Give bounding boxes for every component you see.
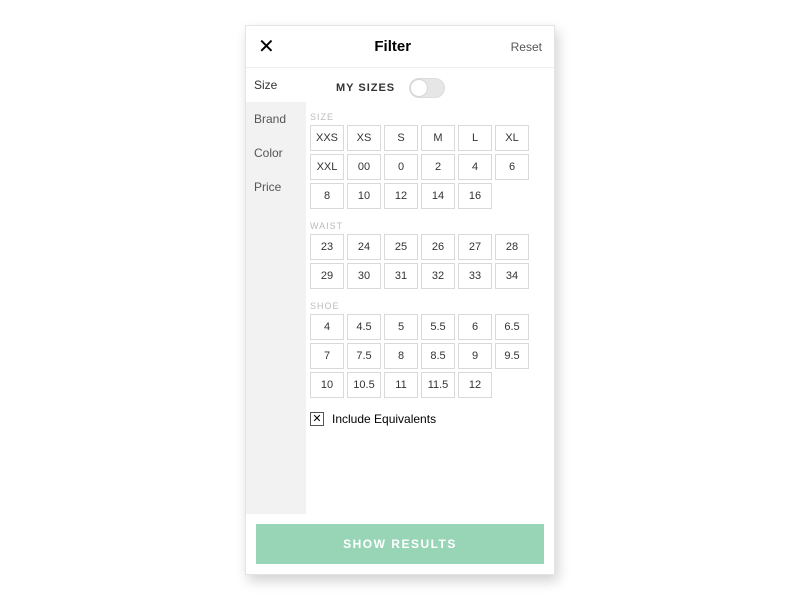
section-heading-waist: WAIST (306, 215, 548, 234)
shoe-options-grid: 44.555.566.5 77.588.599.5 1010.51111.512 (306, 314, 548, 404)
filter-body: Size Brand Color Price MY SIZES SIZE XXS… (246, 68, 554, 514)
size-options-grid: XXSXSSMLXLXXL000246810121416 (306, 125, 548, 215)
sidebar-item-price[interactable]: Price (246, 170, 306, 204)
sidebar-item-color[interactable]: Color (246, 136, 306, 170)
size-option[interactable]: 23 (310, 234, 344, 260)
size-option[interactable]: 26 (421, 234, 455, 260)
show-results-button[interactable]: SHOW RESULTS (256, 524, 544, 564)
size-option[interactable]: 24 (347, 234, 381, 260)
reset-button[interactable]: Reset (511, 40, 542, 54)
size-option[interactable]: 10 (347, 183, 381, 209)
section-heading-size: SIZE (306, 106, 548, 125)
size-option[interactable]: 8 (384, 343, 418, 369)
size-option[interactable]: 00 (347, 154, 381, 180)
size-option[interactable]: 10.5 (347, 372, 381, 398)
size-option[interactable]: 9 (458, 343, 492, 369)
include-equivalents-checkbox[interactable]: ✕ (310, 412, 324, 426)
close-icon[interactable]: ✕ (258, 37, 275, 57)
filter-header: ✕ Filter Reset (246, 26, 554, 68)
size-option[interactable]: 11 (384, 372, 418, 398)
sidebar-inactive-group: Brand Color Price (246, 102, 306, 514)
size-option[interactable]: M (421, 125, 455, 151)
size-option[interactable]: 12 (384, 183, 418, 209)
size-option[interactable]: XS (347, 125, 381, 151)
size-option[interactable]: 33 (458, 263, 492, 289)
size-option[interactable]: 7.5 (347, 343, 381, 369)
shoe-section: SHOE 44.555.566.5 77.588.599.5 1010.51111.… (306, 295, 548, 404)
size-section: SIZE XXSXSSMLXLXXL000246810121416 (306, 106, 548, 215)
sidebar-item-size[interactable]: Size (246, 68, 306, 102)
size-option[interactable]: 5.5 (421, 314, 455, 340)
filter-panel: ✕ Filter Reset Size Brand Color Price MY… (245, 25, 555, 575)
size-option[interactable]: 29 (310, 263, 344, 289)
waist-section: WAIST 232425262728 293031323334 (306, 215, 548, 295)
size-option[interactable]: 8 (310, 183, 344, 209)
size-option[interactable]: 16 (458, 183, 492, 209)
size-option[interactable]: 34 (495, 263, 529, 289)
size-option[interactable]: 2 (421, 154, 455, 180)
size-option[interactable]: 5 (384, 314, 418, 340)
size-option[interactable]: L (458, 125, 492, 151)
size-option[interactable]: 32 (421, 263, 455, 289)
size-option[interactable]: 6 (495, 154, 529, 180)
size-option[interactable]: 25 (384, 234, 418, 260)
sidebar-item-brand[interactable]: Brand (246, 102, 306, 136)
size-option[interactable]: 6.5 (495, 314, 529, 340)
size-option[interactable]: XXL (310, 154, 344, 180)
size-option[interactable]: 27 (458, 234, 492, 260)
size-option[interactable]: 12 (458, 372, 492, 398)
waist-options-grid: 232425262728 293031323334 (306, 234, 548, 295)
my-sizes-toggle[interactable] (409, 78, 445, 98)
size-option[interactable]: 4 (458, 154, 492, 180)
size-option[interactable]: S (384, 125, 418, 151)
size-option[interactable]: 30 (347, 263, 381, 289)
page-title: Filter (374, 38, 411, 55)
size-option[interactable]: 4.5 (347, 314, 381, 340)
size-option[interactable]: 0 (384, 154, 418, 180)
include-equivalents-label: Include Equivalents (332, 412, 436, 426)
section-heading-shoe: SHOE (306, 295, 548, 314)
my-sizes-row: MY SIZES (306, 74, 548, 106)
include-equivalents-row: ✕ Include Equivalents (306, 404, 548, 436)
toggle-knob (410, 79, 428, 97)
size-option[interactable]: 7 (310, 343, 344, 369)
size-option[interactable]: XL (495, 125, 529, 151)
size-option[interactable]: 14 (421, 183, 455, 209)
size-option[interactable]: 10 (310, 372, 344, 398)
filter-main: MY SIZES SIZE XXSXSSMLXLXXL0002468101214… (306, 68, 554, 514)
size-option[interactable]: 6 (458, 314, 492, 340)
size-option[interactable]: 11.5 (421, 372, 455, 398)
size-option[interactable]: 4 (310, 314, 344, 340)
size-option[interactable]: 28 (495, 234, 529, 260)
my-sizes-label: MY SIZES (336, 82, 395, 94)
size-option[interactable]: XXS (310, 125, 344, 151)
filter-footer: SHOW RESULTS (246, 514, 554, 574)
size-option[interactable]: 31 (384, 263, 418, 289)
size-option[interactable]: 8.5 (421, 343, 455, 369)
filter-sidebar: Size Brand Color Price (246, 68, 306, 514)
size-option[interactable]: 9.5 (495, 343, 529, 369)
